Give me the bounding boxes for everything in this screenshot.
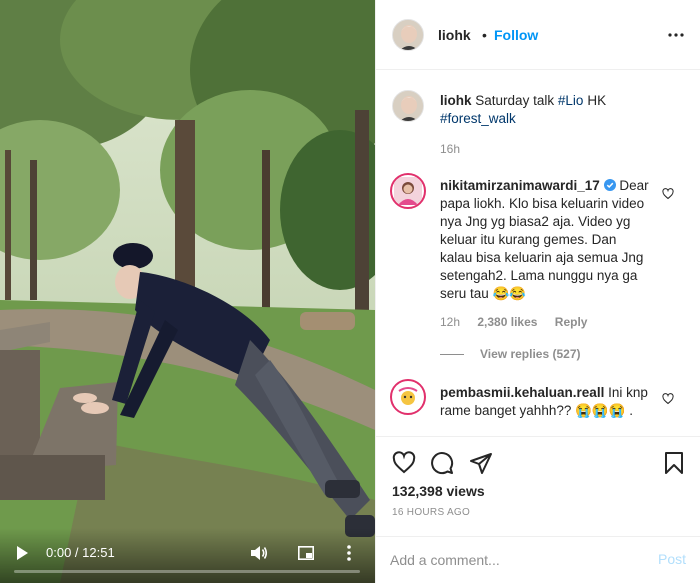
video-more-options-icon[interactable]: [345, 544, 353, 562]
header-username[interactable]: liohk: [438, 27, 471, 43]
caption-mid: HK: [587, 93, 607, 108]
view-replies-line: [440, 354, 464, 355]
view-replies-button[interactable]: View replies (527): [480, 347, 581, 361]
video-frame: [0, 0, 375, 583]
caption-username[interactable]: liohk: [440, 93, 472, 108]
play-icon[interactable]: [14, 545, 30, 561]
follow-button[interactable]: Follow: [494, 27, 538, 43]
post-header: liohk • Follow: [376, 0, 700, 70]
comment-body: Dear papa liokh. Klo bisa keluarin video…: [440, 178, 649, 301]
comment-avatar[interactable]: [390, 173, 426, 209]
post-timestamp[interactable]: 16 HOURS AGO: [392, 507, 470, 518]
video-player[interactable]: 0:00 / 12:51: [0, 0, 375, 583]
comment-text: nikitamirzanimawardi_17 Dear papa liokh.…: [440, 177, 650, 303]
video-progress-bar[interactable]: [14, 570, 360, 573]
comment-username[interactable]: pembasmii.kehaluan.reall: [440, 385, 604, 400]
comments-list[interactable]: liohk Saturday talk #Lio HK #forest_walk …: [376, 71, 700, 436]
caption-avatar[interactable]: [392, 90, 424, 122]
comment-bubble-icon[interactable]: [430, 451, 454, 475]
comment-username[interactable]: nikitamirzanimawardi_17: [440, 178, 600, 193]
like-comment-heart-icon[interactable]: [662, 188, 674, 200]
comment-meta: 12h 2,380 likes Reply: [440, 315, 601, 329]
like-heart-icon[interactable]: [392, 451, 416, 475]
post-comment-button[interactable]: Post: [658, 551, 686, 567]
comment-age: 12h: [440, 315, 461, 329]
volume-icon[interactable]: [250, 545, 268, 561]
comment-avatar[interactable]: [390, 379, 426, 415]
reply-button[interactable]: Reply: [555, 315, 588, 329]
comment-text: pembasmii.kehaluan.reall Ini knp rame ba…: [440, 384, 650, 420]
avatar[interactable]: [392, 19, 424, 51]
caption-meta: 16h: [440, 142, 474, 156]
post-side-panel: liohk • Follow liohk Saturday talk #Lio H…: [375, 0, 700, 583]
separator-dot: •: [482, 27, 487, 43]
add-comment-bar: Post: [376, 536, 700, 583]
caption-age: 16h: [440, 142, 461, 156]
save-bookmark-icon[interactable]: [662, 451, 686, 475]
caption-body: Saturday talk: [475, 93, 555, 108]
caption-text: liohk Saturday talk #Lio HK #forest_walk: [440, 92, 680, 128]
hashtag-forest-walk[interactable]: #forest_walk: [440, 111, 516, 126]
share-paper-plane-icon[interactable]: [469, 451, 493, 475]
like-comment-heart-icon[interactable]: [662, 393, 674, 405]
view-count[interactable]: 132,398 views: [392, 483, 485, 499]
hashtag-lio[interactable]: #Lio: [558, 93, 584, 108]
comment-input[interactable]: [390, 549, 640, 571]
video-controls-bar: 0:00 / 12:51: [0, 528, 375, 583]
picture-in-picture-icon[interactable]: [298, 546, 314, 560]
action-bar: 132,398 views 16 HOURS AGO: [376, 436, 700, 536]
video-time-display: 0:00 / 12:51: [46, 545, 115, 560]
more-options-icon[interactable]: [666, 27, 686, 43]
verified-badge-icon: [603, 179, 616, 191]
comment-likes[interactable]: 2,380 likes: [477, 315, 537, 329]
